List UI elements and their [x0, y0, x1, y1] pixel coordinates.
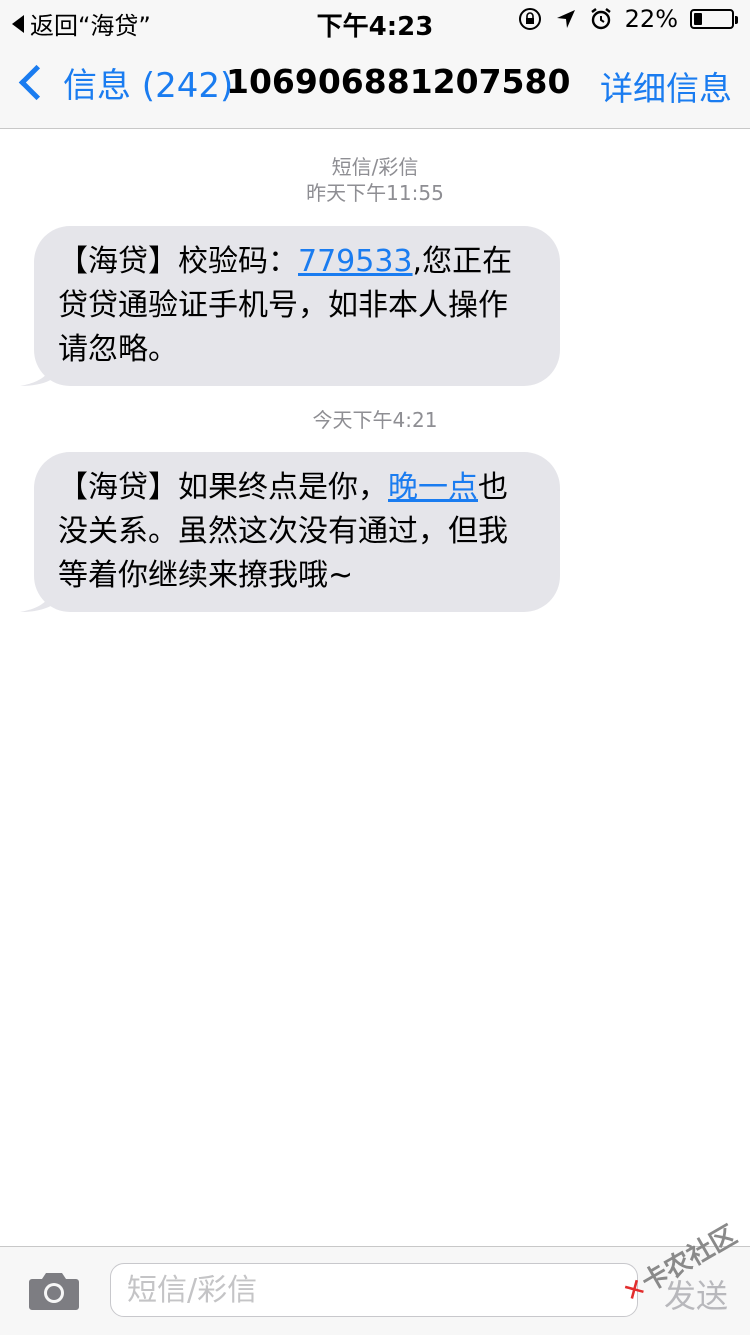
bubble-tail [20, 360, 54, 386]
message-bubble[interactable]: 【海贷】校验码：779533,您正在贷贷通验证手机号，如非本人操作请忽略。 [20, 226, 560, 386]
message-text: 【海贷】校验码： [58, 244, 298, 279]
send-button[interactable]: 发送 [664, 1271, 728, 1317]
back-button[interactable]: 信息 (242) [14, 58, 233, 107]
back-button-label: 信息 (242) [63, 66, 234, 106]
input-bar: 发送 [0, 1246, 750, 1335]
message-input[interactable] [110, 1263, 638, 1317]
status-icons: 22% [517, 5, 738, 33]
message-link[interactable]: 晚一点 [388, 470, 478, 505]
message-time: 昨天下午11:55 [306, 181, 444, 205]
camera-icon[interactable] [28, 1271, 80, 1311]
nav-bar: 信息 (242) 106906881207580 详细信息 [0, 40, 750, 129]
battery-percent: 22% [624, 5, 678, 33]
details-button[interactable]: 详细信息 [600, 62, 732, 110]
alarm-icon [590, 8, 611, 30]
bubble-tail [20, 586, 54, 612]
orientation-lock-icon [518, 8, 541, 30]
battery-fill [694, 13, 702, 25]
message-bubble[interactable]: 【海贷】如果终点是你，晚一点也没关系。虽然这次没有通过，但我等着你继续来撩我哦~ [20, 452, 560, 612]
chevron-left-icon [18, 64, 55, 101]
battery-icon [690, 9, 738, 29]
message-timestamp: 今天下午4:21 [0, 407, 750, 433]
message-text: 【海贷】如果终点是你， [58, 470, 388, 505]
battery-nub [735, 16, 738, 24]
status-bar: 返回“海贷” 下午4:23 22% [0, 0, 750, 42]
location-arrow-icon [556, 10, 575, 28]
message-time: 今天下午4:21 [312, 408, 438, 432]
message-type-label: 短信/彩信 [331, 155, 419, 179]
verification-code-link[interactable]: 779533 [298, 244, 413, 279]
conversation-title: 106906881207580 [226, 62, 571, 101]
message-timestamp: 短信/彩信 昨天下午11:55 [0, 154, 750, 206]
